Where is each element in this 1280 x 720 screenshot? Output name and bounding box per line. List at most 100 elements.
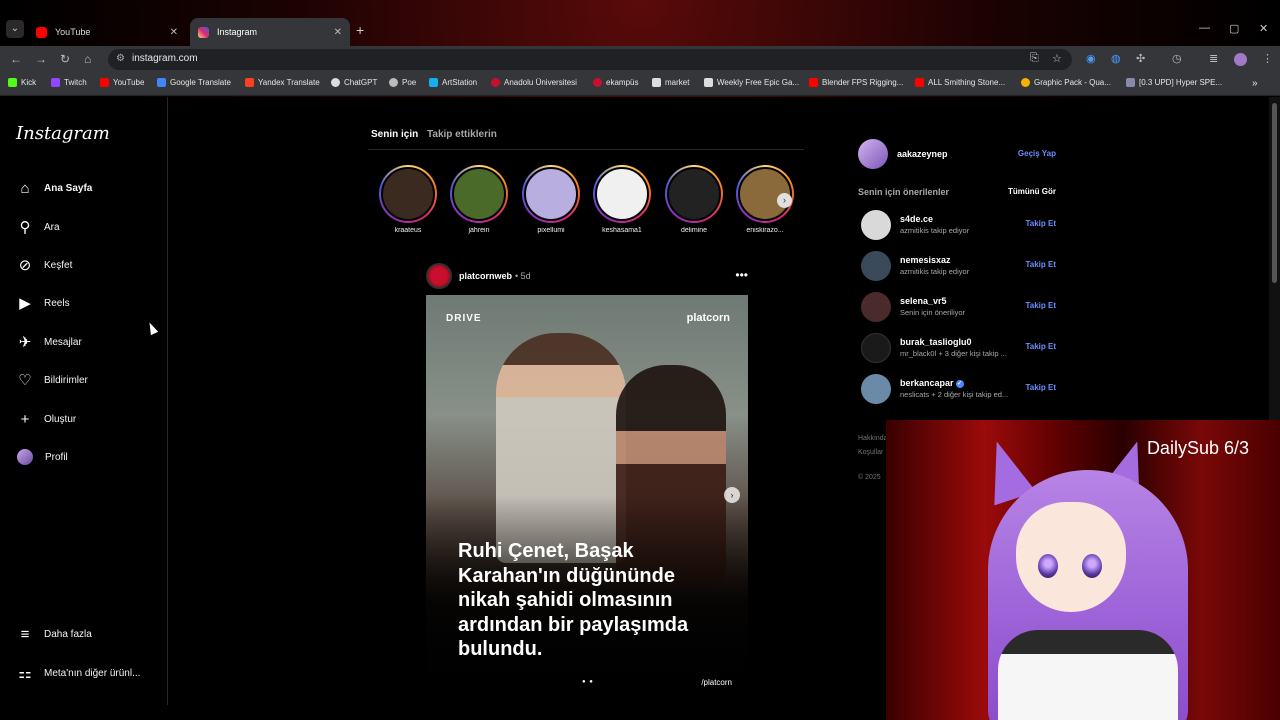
avatar[interactable] xyxy=(861,292,891,322)
address-bar[interactable]: ⚙ instagram.com ⎘ ☆ xyxy=(108,49,1072,70)
bookmark-item[interactable]: ALL Smithing Stone... xyxy=(915,78,1005,87)
close-icon[interactable]: ✕ xyxy=(170,27,178,38)
bookmark-label: Anadolu Üniversitesi xyxy=(504,78,577,87)
bookmark-item[interactable]: market xyxy=(652,78,689,87)
install-app-icon[interactable]: ⎘ xyxy=(1030,52,1039,65)
reload-button[interactable]: ↻ xyxy=(60,52,70,66)
tab-youtube[interactable]: YouTube ✕ xyxy=(28,18,186,46)
bookmark-star-icon[interactable]: ☆ xyxy=(1052,52,1062,65)
media-icon[interactable]: ≣ xyxy=(1209,52,1218,65)
site-info-icon[interactable]: ⚙ xyxy=(116,53,125,64)
extensions-puzzle-icon[interactable]: ✣ xyxy=(1136,52,1145,65)
bookmark-item[interactable]: [0.3 UPD] Hyper SPE... xyxy=(1126,78,1222,87)
suggestion-username[interactable]: s4de.ce xyxy=(900,214,933,224)
bookmark-item[interactable]: ArtStation xyxy=(429,78,477,87)
nav-item-create[interactable]: + Oluştur xyxy=(16,407,77,431)
story-item[interactable]: keshasama1 xyxy=(592,165,652,234)
nav-item-messages[interactable]: ✈ Mesajlar xyxy=(16,330,82,354)
new-tab-button[interactable]: + xyxy=(356,22,364,38)
bookmark-item[interactable]: Twitch xyxy=(51,78,87,87)
suggestion-username[interactable]: berkancapar ✓ xyxy=(900,378,964,388)
footer-link[interactable]: Koşullar xyxy=(858,449,883,456)
extension-icon[interactable]: ◍ xyxy=(1111,52,1121,65)
more-options-icon[interactable]: ••• xyxy=(735,268,748,282)
maximize-button[interactable]: ▢ xyxy=(1229,22,1239,35)
nav-item-reels[interactable]: ▶ Reels xyxy=(16,291,69,315)
suggestion-subtitle: azmitikis takip ediyor xyxy=(900,226,970,235)
see-all-link[interactable]: Tümünü Gör xyxy=(1008,187,1056,196)
bookmark-item[interactable]: ekampüs xyxy=(593,78,638,87)
tab-for-you[interactable]: Senin için xyxy=(371,129,418,140)
bookmark-item[interactable]: Kick xyxy=(8,78,36,87)
tab-instagram[interactable]: Instagram ✕ xyxy=(190,18,350,46)
nav-item-more[interactable]: ≡ Daha fazla xyxy=(16,622,92,646)
story-item[interactable]: pixellumi xyxy=(521,165,581,234)
avatar[interactable] xyxy=(858,139,888,169)
follow-button[interactable]: Takip Et xyxy=(1025,383,1056,392)
story-ring xyxy=(665,165,723,223)
tab-following[interactable]: Takip ettiklerin xyxy=(427,129,497,140)
suggestion-username[interactable]: nemesisxaz xyxy=(900,255,951,265)
story-avatar xyxy=(667,167,721,221)
bookmark-item[interactable]: YouTube xyxy=(100,78,144,87)
bookmark-item[interactable]: Blender FPS Rigging... xyxy=(809,78,903,87)
nav-item-profile[interactable]: Profil xyxy=(16,445,68,469)
footer-link[interactable]: Hakkında xyxy=(858,435,888,442)
history-icon[interactable]: ◷ xyxy=(1172,52,1182,65)
scrollbar-thumb[interactable] xyxy=(1272,103,1277,283)
profile-avatar[interactable] xyxy=(1234,53,1247,66)
close-icon[interactable]: ✕ xyxy=(334,27,342,38)
bookmarks-overflow-icon[interactable]: » xyxy=(1252,78,1258,89)
menu-kebab-icon[interactable]: ⋮ xyxy=(1262,52,1273,65)
bookmark-item[interactable]: Yandex Translate xyxy=(245,78,320,87)
current-username[interactable]: aakazeynep xyxy=(897,149,948,159)
bookmark-item[interactable]: Graphic Pack - Qua... xyxy=(1021,78,1111,87)
home-button[interactable]: ⌂ xyxy=(84,52,91,66)
create-icon: + xyxy=(20,410,30,428)
switch-account-link[interactable]: Geçiş Yap xyxy=(1018,149,1056,158)
tab-search-dropdown[interactable]: ⌄ xyxy=(6,20,24,38)
post-author-avatar[interactable] xyxy=(426,263,452,289)
story-item[interactable]: jahrein xyxy=(449,165,509,234)
nav-item-search[interactable]: ⚲ Ara xyxy=(16,215,60,239)
post-author[interactable]: platcornweb xyxy=(459,271,512,281)
screen: ⌄ YouTube ✕ Instagram ✕ + — ▢ ✕ ← → ↻ ⌂ … xyxy=(0,0,1280,720)
nav-item-home[interactable]: ⌂ Ana Sayfa xyxy=(16,176,92,200)
follow-button[interactable]: Takip Et xyxy=(1025,342,1056,351)
story-item[interactable]: delimine xyxy=(664,165,724,234)
avatar[interactable] xyxy=(861,333,891,363)
follow-button[interactable]: Takip Et xyxy=(1025,260,1056,269)
follow-button[interactable]: Takip Et xyxy=(1025,219,1056,228)
follow-button[interactable]: Takip Et xyxy=(1025,301,1056,310)
avatar[interactable] xyxy=(861,374,891,404)
instagram-logo[interactable]: Instagram xyxy=(16,123,110,144)
nav-item-explore[interactable]: ⊘ Keşfet xyxy=(16,253,73,277)
suggestion-username[interactable]: burak_taslioglu0 xyxy=(900,337,972,347)
nav-item-meta[interactable]: ⚏ Meta'nın diğer ürünl... xyxy=(16,661,140,685)
nav-label: Daha fazla xyxy=(44,628,92,640)
story-next-button[interactable]: › xyxy=(777,193,792,208)
carousel-next-button[interactable]: › xyxy=(724,487,740,503)
back-button[interactable]: ← xyxy=(10,52,22,66)
bookmark-item[interactable]: Poe xyxy=(389,78,416,87)
bookmark-item[interactable]: Google Translate xyxy=(157,78,231,87)
extension-icon[interactable]: ◉ xyxy=(1086,52,1096,65)
close-window-button[interactable]: ✕ xyxy=(1259,22,1268,35)
avatar[interactable] xyxy=(861,251,891,281)
nav-item-notifications[interactable]: ♡ Bildirimler xyxy=(16,368,88,392)
story-item[interactable]: kraateus xyxy=(378,165,438,234)
suggestion-username[interactable]: selena_vr5 xyxy=(900,296,947,306)
minimize-button[interactable]: — xyxy=(1199,22,1210,34)
post-image[interactable]: DRIVE platcorn Ruhi Çenet, Başak Karahan… xyxy=(426,295,748,695)
bookmark-favicon-icon xyxy=(593,78,602,87)
post-time: • 5d xyxy=(515,271,531,281)
bookmark-item[interactable]: Weekly Free Epic Ga... xyxy=(704,78,799,87)
suggestion-subtitle: Senin için öneriliyor xyxy=(900,308,966,317)
bookmark-item[interactable]: ChatGPT xyxy=(331,78,377,87)
avatar[interactable] xyxy=(861,210,891,240)
bookmark-favicon-icon xyxy=(704,78,713,87)
forward-button[interactable]: → xyxy=(35,52,47,66)
bookmark-favicon-icon xyxy=(389,78,398,87)
bookmark-label: ArtStation xyxy=(442,78,478,87)
bookmark-item[interactable]: Anadolu Üniversitesi xyxy=(491,78,577,87)
